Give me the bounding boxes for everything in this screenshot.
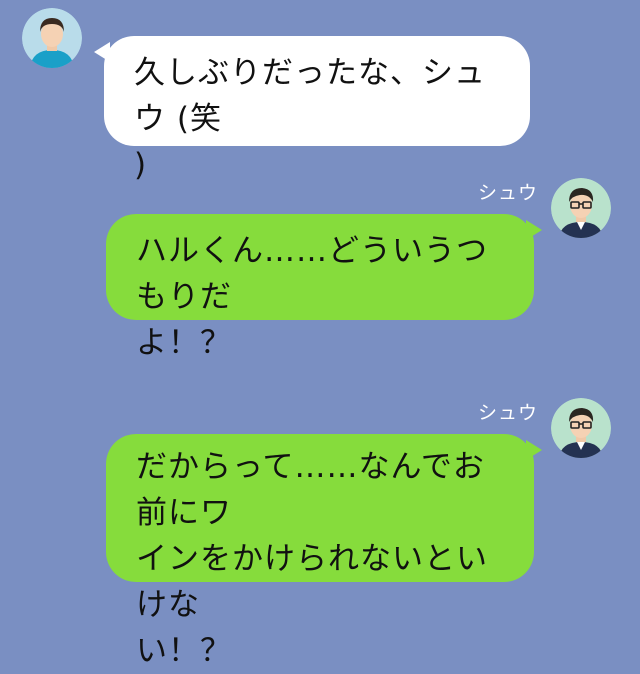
message-line: ハルくん……どういうつもりだ (136, 233, 488, 315)
message-line: インをかけられないといけな (136, 541, 488, 623)
message-line: 久しぶりだったな、シュウ (笑 (134, 55, 486, 137)
person-icon (551, 398, 611, 458)
sender-name: シュウ (478, 182, 539, 204)
person-icon (22, 8, 82, 68)
message-line: よ！？ (136, 325, 232, 361)
message-bubble-outgoing[interactable]: ハルくん……どういうつもりだ よ！？ (106, 214, 534, 361)
avatar-shu[interactable] (551, 178, 611, 238)
avatar-haru[interactable] (22, 8, 82, 68)
message-line: い！？ (136, 633, 232, 669)
message-line: ) (134, 147, 148, 183)
message-bubble-incoming[interactable]: 久しぶりだったな、シュウ (笑 ) (104, 36, 530, 183)
avatar-shu[interactable] (551, 398, 611, 458)
sender-name: シュウ (478, 402, 539, 424)
person-icon (551, 178, 611, 238)
message-bubble-outgoing[interactable]: だからって……なんでお前にワ インをかけられないといけな い！？ (106, 434, 534, 669)
message-line: だからって……なんでお前にワ (136, 449, 485, 531)
